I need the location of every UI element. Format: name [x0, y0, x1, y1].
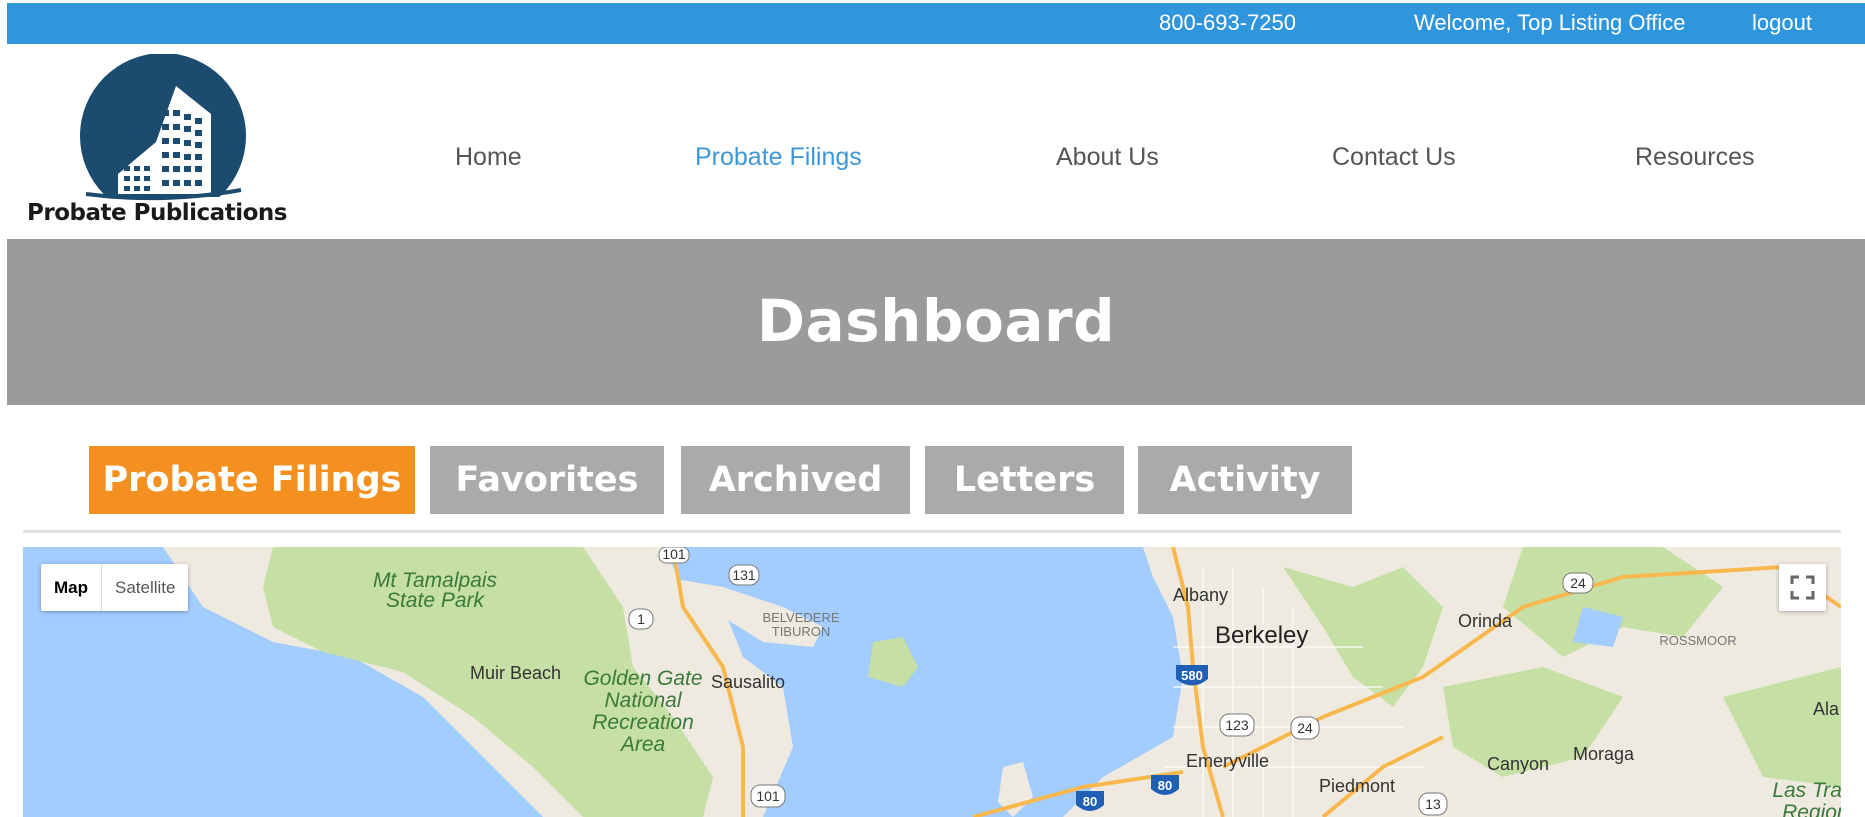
- map-labels: Mt Tamalpais State Park Golden Gate Nati…: [373, 547, 1841, 817]
- shield-101-top: 101: [662, 547, 686, 562]
- tab-probate-filings[interactable]: Probate Filings: [89, 446, 415, 514]
- nav-home[interactable]: Home: [455, 143, 522, 172]
- map-type-control: Map Satellite: [41, 564, 189, 611]
- map-type-map-button[interactable]: Map: [41, 564, 102, 611]
- divider: [23, 530, 1841, 533]
- nav-probate-filings[interactable]: Probate Filings: [695, 143, 862, 172]
- map-type-satellite-button[interactable]: Satellite: [102, 564, 188, 611]
- shield-24-mid: 24: [1297, 720, 1313, 736]
- shield-13: 13: [1425, 796, 1441, 812]
- tab-activity[interactable]: Activity: [1138, 446, 1352, 514]
- label-state-park: State Park: [386, 589, 486, 612]
- label-sausalito: Sausalito: [711, 672, 785, 692]
- brand-name: Probate Publications: [27, 200, 287, 226]
- top-bar: 800-693-7250 Welcome, Top Listing Office…: [7, 3, 1865, 44]
- map-view[interactable]: Mt Tamalpais State Park Golden Gate Nati…: [23, 547, 1841, 817]
- page-banner: Dashboard: [7, 239, 1865, 405]
- label-emeryville: Emeryville: [1186, 751, 1269, 771]
- shield-80-right: 80: [1158, 778, 1172, 793]
- logout-link[interactable]: logout: [1752, 10, 1812, 36]
- fullscreen-button[interactable]: [1779, 564, 1826, 611]
- label-canyon: Canyon: [1487, 754, 1549, 774]
- shield-1: 1: [637, 611, 645, 627]
- label-albany: Albany: [1173, 585, 1228, 605]
- tab-letters[interactable]: Letters: [925, 446, 1124, 514]
- nav-contact-us[interactable]: Contact Us: [1332, 143, 1456, 172]
- label-berkeley: Berkeley: [1215, 622, 1308, 649]
- phone-number[interactable]: 800-693-7250: [1159, 10, 1296, 36]
- label-ala: Ala: [1813, 699, 1840, 719]
- label-orinda: Orinda: [1458, 611, 1513, 631]
- label-rossmoor: ROSSMOOR: [1659, 633, 1736, 648]
- label-recreation: Recreation: [592, 711, 694, 734]
- shield-24-top: 24: [1570, 575, 1586, 591]
- shield-123: 123: [1225, 717, 1249, 733]
- fullscreen-icon: [1790, 575, 1815, 600]
- label-regional: Regior: [1782, 801, 1841, 817]
- nav-about-us[interactable]: About Us: [1056, 143, 1159, 172]
- label-tiburon: TIBURON: [772, 624, 831, 639]
- label-golden-gate: Golden Gate: [583, 667, 702, 690]
- label-area: Area: [619, 733, 665, 756]
- building-logo-icon: [26, 53, 306, 219]
- label-national: National: [604, 689, 682, 712]
- nav-resources[interactable]: Resources: [1635, 143, 1755, 172]
- shield-101-bottom: 101: [756, 788, 780, 804]
- tab-archived[interactable]: Archived: [681, 446, 910, 514]
- shield-580: 580: [1181, 668, 1203, 683]
- label-piedmont: Piedmont: [1319, 776, 1395, 796]
- welcome-text: Welcome, Top Listing Office: [1414, 10, 1686, 35]
- label-muir-beach: Muir Beach: [470, 663, 561, 683]
- label-las-trampas: Las Tran: [1772, 779, 1841, 802]
- tab-favorites[interactable]: Favorites: [430, 446, 664, 514]
- site-logo[interactable]: Probate Publications: [26, 53, 306, 234]
- page-title: Dashboard: [756, 287, 1116, 355]
- label-belvedere: BELVEDERE: [762, 610, 839, 625]
- label-moraga: Moraga: [1573, 744, 1635, 764]
- shield-131: 131: [732, 567, 756, 583]
- shield-80-left: 80: [1083, 794, 1097, 809]
